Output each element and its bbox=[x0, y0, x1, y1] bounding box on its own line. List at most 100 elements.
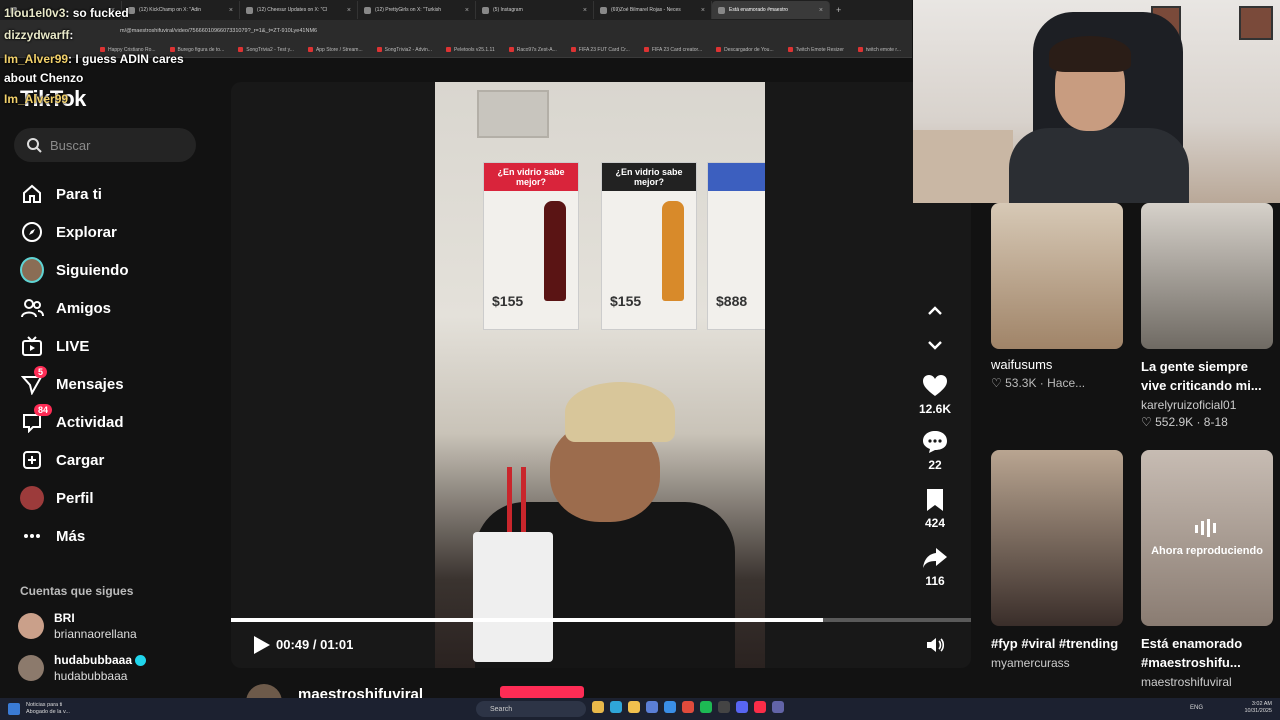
clock-date: 10/31/2025 bbox=[1244, 708, 1272, 714]
video-meta: ♡ 552.9K · 8-18 bbox=[1141, 415, 1228, 429]
nav-mensajes[interactable]: 5 Mensajes bbox=[20, 366, 124, 398]
taskbar-apps[interactable] bbox=[592, 701, 784, 713]
bookmark-item[interactable]: FIFA 23 FUT Card Cr... bbox=[571, 47, 630, 53]
url-text[interactable]: m/@maestroshifuviral/video/7566601096607… bbox=[120, 28, 317, 34]
recommended-video[interactable]: #fyp #viral #trending myamercurass bbox=[991, 450, 1123, 670]
browser-tab[interactable]: (12) Cheesur Updates on X: "Cl × bbox=[240, 1, 358, 19]
chevron-down-icon[interactable] bbox=[924, 334, 946, 356]
video-thumbnail[interactable] bbox=[1141, 203, 1273, 349]
nav-cargar[interactable]: Cargar bbox=[20, 446, 104, 474]
home-icon bbox=[20, 182, 44, 206]
mail-icon[interactable] bbox=[664, 701, 676, 713]
nav-mas[interactable]: Más bbox=[20, 522, 85, 550]
video-caption: La gente siempre vive criticando mi... bbox=[1141, 359, 1262, 393]
account-name: BRI bbox=[54, 611, 75, 625]
bookmark-item[interactable]: twitch emote r... bbox=[858, 47, 901, 53]
nav-label: Explorar bbox=[56, 223, 117, 241]
chat-message: Im_Alver99: I guess ADIN cares bbox=[4, 52, 184, 66]
tab-label: (5) Instagram bbox=[493, 7, 523, 13]
recommended-video-caption[interactable]: Está enamorado #maestroshifu... maestros… bbox=[1141, 634, 1273, 689]
video-progress-bar[interactable] bbox=[231, 618, 971, 622]
tab-close-icon[interactable]: × bbox=[347, 7, 351, 14]
spotify-icon[interactable] bbox=[700, 701, 712, 713]
bookmark-item[interactable]: SongTrivia2 - Test y... bbox=[238, 47, 294, 53]
browser-tab[interactable]: (5) Instagram × bbox=[476, 1, 594, 19]
search-box[interactable] bbox=[14, 128, 196, 162]
follow-button[interactable] bbox=[500, 686, 584, 698]
edge-icon[interactable] bbox=[610, 701, 622, 713]
heart-icon[interactable] bbox=[922, 374, 948, 398]
new-tab-icon[interactable]: + bbox=[836, 5, 841, 15]
nav-amigos[interactable]: Amigos bbox=[20, 294, 111, 322]
share-icon[interactable] bbox=[922, 546, 948, 570]
language-indicator[interactable]: ENG bbox=[1190, 705, 1203, 711]
tab-close-icon[interactable]: × bbox=[583, 7, 587, 14]
tab-favicon bbox=[718, 6, 725, 14]
chevron-up-icon[interactable] bbox=[924, 300, 946, 322]
taskbar-search-label: Search bbox=[490, 705, 513, 713]
bookmark-item[interactable]: FIFA 23 Card creator... bbox=[644, 47, 702, 53]
now-playing-thumbnail[interactable]: Ahora reproduciendo bbox=[1141, 450, 1273, 626]
bookmark-icon[interactable] bbox=[924, 488, 946, 512]
tab-close-icon[interactable]: × bbox=[819, 7, 823, 14]
recommended-video[interactable]: waifusums ♡ 53.3K · Hace... bbox=[991, 203, 1123, 390]
bookmark-item[interactable]: Peletools v25.1.11 bbox=[446, 47, 495, 53]
chrome-icon[interactable] bbox=[682, 701, 694, 713]
search-input[interactable] bbox=[50, 137, 180, 153]
bookmark-item[interactable]: Raco97s Zest-A... bbox=[509, 47, 557, 53]
nav-actividad[interactable]: 84 Actividad bbox=[20, 404, 124, 436]
nav-para-ti[interactable]: Para ti bbox=[20, 180, 102, 208]
teams-icon[interactable] bbox=[772, 701, 784, 713]
browser-tab[interactable]: (12) KickChamp on X: "Adin × bbox=[122, 1, 240, 19]
recommended-video[interactable]: La gente siempre vive criticando mi... k… bbox=[1141, 203, 1273, 429]
comment-icon[interactable] bbox=[922, 430, 948, 454]
friends-icon bbox=[20, 296, 44, 320]
taskbar-search[interactable]: Search bbox=[476, 701, 586, 717]
account-avatar bbox=[18, 613, 44, 639]
send-icon: 5 bbox=[20, 366, 48, 396]
video-thumbnail[interactable] bbox=[991, 203, 1123, 349]
bookmark-item[interactable]: SongTrivia2 - Advin... bbox=[377, 47, 432, 53]
tab-favicon bbox=[246, 6, 253, 14]
bottle bbox=[544, 201, 566, 301]
clock[interactable]: 3:02 AM 10/31/2025 bbox=[1244, 701, 1272, 715]
browser-tab[interactable]: Está enamorado #maestro × bbox=[712, 1, 830, 19]
foam-cup bbox=[473, 532, 553, 662]
file-explorer-icon[interactable] bbox=[592, 701, 604, 713]
following-account[interactable]: BRI briannaorellana bbox=[18, 610, 137, 642]
video-player[interactable]: ¿En vidrio sabe mejor? $155 ¿En vidrio s… bbox=[435, 82, 765, 668]
save-action[interactable]: 424 bbox=[912, 488, 958, 530]
nav-siguiendo[interactable]: Siguiendo bbox=[20, 256, 129, 284]
wall-poster: ¿En vidrio sabe mejor? $155 bbox=[483, 162, 579, 330]
browser-tab[interactable]: (12) PrettyGirls on X: "Turkish × bbox=[358, 1, 476, 19]
share-action[interactable]: 116 bbox=[912, 546, 958, 588]
volume-icon[interactable] bbox=[924, 634, 946, 656]
person-cap bbox=[565, 382, 675, 442]
music-icon[interactable] bbox=[754, 701, 766, 713]
tab-close-icon[interactable]: × bbox=[465, 7, 469, 14]
browser-tab[interactable]: (69)Zoé Bilmarel Rojas - Neces × bbox=[594, 1, 712, 19]
tab-close-icon[interactable]: × bbox=[701, 7, 705, 14]
bookmark-item[interactable]: Descargador de You... bbox=[716, 47, 773, 53]
following-account[interactable]: hudabubbaaa hudabubbaaa bbox=[18, 652, 147, 684]
folder-icon[interactable] bbox=[628, 701, 640, 713]
play-icon[interactable] bbox=[250, 634, 272, 656]
comment-action[interactable]: 22 bbox=[912, 430, 958, 472]
nav-live[interactable]: LIVE bbox=[20, 332, 89, 360]
video-thumbnail[interactable] bbox=[991, 450, 1123, 626]
nav-perfil[interactable]: Perfil bbox=[20, 484, 94, 512]
discord-icon[interactable] bbox=[736, 701, 748, 713]
nav-explorar[interactable]: Explorar bbox=[20, 218, 117, 246]
address-bar[interactable]: m/@maestroshifuviral/video/7566601096607… bbox=[0, 20, 912, 42]
bookmark-item[interactable]: Twitch Emote Resizer bbox=[788, 47, 844, 53]
chat-message: about Chenzo bbox=[4, 71, 84, 85]
nav-label: Actividad bbox=[56, 413, 124, 431]
tab-close-icon[interactable]: × bbox=[229, 7, 233, 14]
bookmark-item[interactable]: App Store / Stream... bbox=[308, 47, 363, 53]
obs-icon[interactable] bbox=[718, 701, 730, 713]
chat-message: Im_Alver99 bbox=[4, 92, 69, 106]
store-icon[interactable] bbox=[646, 701, 658, 713]
video-caption: #fyp #viral #trending bbox=[991, 636, 1119, 651]
news-widget[interactable]: Noticias para ti Abogado de la v... bbox=[8, 702, 70, 716]
like-action[interactable]: 12.6K bbox=[912, 374, 958, 416]
